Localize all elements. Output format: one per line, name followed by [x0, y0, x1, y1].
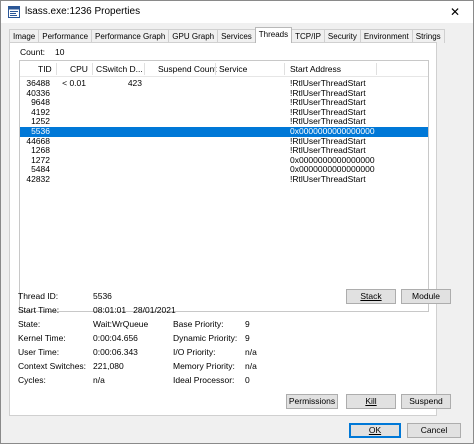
- state-label: State:: [18, 319, 41, 329]
- tab-gpu-graph[interactable]: GPU Graph: [168, 29, 219, 43]
- kill-button-label: Kill: [365, 396, 377, 406]
- thread-id-value: 5536: [93, 291, 112, 301]
- context-switches-value: 221,080: [93, 361, 124, 371]
- cycles-label: Cycles:: [18, 375, 46, 385]
- ideal-processor-value: 0: [245, 375, 250, 385]
- thread-id-label: Thread ID:: [18, 291, 59, 301]
- column-divider[interactable]: [56, 63, 57, 75]
- state-value: Wait:WrQueue: [93, 319, 149, 329]
- column-start-address[interactable]: Start Address: [290, 64, 341, 74]
- cycles-value: n/a: [93, 375, 105, 385]
- column-service[interactable]: Service: [219, 64, 247, 74]
- cancel-button-label: Cancel: [420, 425, 448, 435]
- column-divider[interactable]: [215, 63, 216, 75]
- thread-count: Count: 10: [20, 47, 65, 57]
- stack-button[interactable]: Stack: [346, 289, 396, 304]
- cell-start-address: !RtlUserThreadStart: [290, 174, 366, 184]
- user-time-label: User Time:: [18, 347, 60, 357]
- kill-button[interactable]: Kill: [346, 394, 396, 409]
- threads-panel: Count: 10 TID CPU CSwitch D... Suspend Co…: [9, 42, 451, 416]
- column-tid[interactable]: TID: [38, 64, 52, 74]
- table-row[interactable]: 42832 !RtlUserThreadStart: [20, 174, 428, 185]
- context-switches-label: Context Switches:: [18, 361, 87, 371]
- tab-security[interactable]: Security: [323, 29, 361, 43]
- column-suspend-count[interactable]: Suspend Count: [158, 64, 217, 74]
- process-explorer-icon: [8, 6, 20, 18]
- column-divider[interactable]: [376, 63, 377, 75]
- table-row[interactable]: 44668 !RtlUserThreadStart: [20, 136, 428, 147]
- count-label: Count:: [20, 47, 46, 57]
- ideal-processor-label: Ideal Processor:: [173, 375, 235, 385]
- tab-image[interactable]: Image: [9, 29, 40, 43]
- start-time-label: Start Time:: [18, 305, 60, 315]
- list-header: TID CPU CSwitch D... Suspend Count Servi…: [20, 61, 428, 77]
- column-divider[interactable]: [144, 63, 145, 75]
- base-priority-value: 9: [245, 319, 250, 329]
- table-row[interactable]: 4192 !RtlUserThreadStart: [20, 107, 428, 118]
- cell-cpu: < 0.01: [62, 78, 86, 88]
- title-bar[interactable]: lsass.exe:1236 Properties ✕: [1, 1, 473, 23]
- tab-strings[interactable]: Strings: [411, 29, 445, 43]
- tab-environment[interactable]: Environment: [359, 29, 413, 43]
- suspend-button-label: Suspend: [409, 396, 443, 406]
- column-cpu[interactable]: CPU: [70, 64, 88, 74]
- dynamic-priority-value: 9: [245, 333, 250, 343]
- stack-button-label: Stack: [360, 291, 382, 301]
- column-cswitch-delta[interactable]: CSwitch D...: [96, 64, 143, 74]
- window-title: lsass.exe:1236 Properties: [25, 6, 141, 17]
- permissions-button-label: Permissions: [288, 396, 336, 406]
- table-row[interactable]: 5484 0x0000000000000000: [20, 165, 428, 175]
- ok-button[interactable]: OK: [349, 423, 401, 438]
- base-priority-label: Base Priority:: [173, 319, 224, 329]
- cancel-button[interactable]: Cancel: [407, 423, 461, 438]
- count-value: 10: [55, 47, 65, 57]
- table-row[interactable]: 9648 !RtlUserThreadStart: [20, 98, 428, 108]
- dialog-buttons: OK Cancel: [1, 418, 473, 444]
- tab-performance-graph[interactable]: Performance Graph: [91, 29, 170, 43]
- tab-tcp-ip[interactable]: TCP/IP: [291, 29, 325, 43]
- tab-services[interactable]: Services: [217, 29, 256, 43]
- threads-list[interactable]: TID CPU CSwitch D... Suspend Count Servi…: [19, 60, 429, 312]
- user-time-value: 0:00:06.343: [93, 347, 138, 357]
- table-row[interactable]: 36488 < 0.01 423 !RtlUserThreadStart: [20, 78, 428, 89]
- tab-strip: Image Performance Performance Graph GPU Gra…: [9, 27, 445, 43]
- tab-performance[interactable]: Performance: [38, 29, 93, 43]
- io-priority-label: I/O Priority:: [173, 347, 216, 357]
- memory-priority-label: Memory Priority:: [173, 361, 235, 371]
- module-button-label: Module: [412, 291, 440, 301]
- ok-button-label: OK: [368, 425, 382, 435]
- close-icon[interactable]: ✕: [437, 1, 473, 23]
- module-button[interactable]: Module: [401, 289, 451, 304]
- kernel-time-value: 0:00:04.656: [93, 333, 138, 343]
- io-priority-value: n/a: [245, 347, 257, 357]
- dynamic-priority-label: Dynamic Priority:: [173, 333, 238, 343]
- suspend-button[interactable]: Suspend: [401, 394, 451, 409]
- table-row[interactable]: 5536 0x0000000000000000: [20, 126, 428, 137]
- column-divider[interactable]: [284, 63, 285, 75]
- cell-cswitch-delta: 423: [127, 78, 142, 88]
- properties-window: lsass.exe:1236 Properties ✕ Image Perform…: [0, 0, 474, 444]
- cell-tid: 42832: [26, 174, 50, 184]
- table-row[interactable]: 40336 !RtlUserThreadStart: [20, 88, 428, 99]
- permissions-button[interactable]: Permissions: [286, 394, 338, 409]
- memory-priority-value: n/a: [245, 361, 257, 371]
- kernel-time-label: Kernel Time:: [18, 333, 66, 343]
- column-divider[interactable]: [92, 63, 93, 75]
- start-time-value: 08:01:01 28/01/2021: [93, 305, 176, 315]
- tab-threads[interactable]: Threads: [254, 27, 293, 43]
